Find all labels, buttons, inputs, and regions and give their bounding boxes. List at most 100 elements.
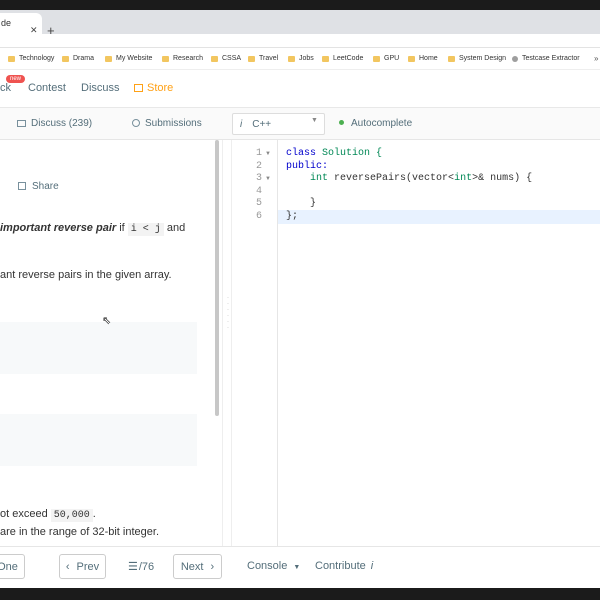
folder-icon bbox=[408, 55, 415, 62]
editor-gutter: 1 ▼ 2 3 ▼ 4 5 6 bbox=[232, 140, 278, 546]
description-line-1: important reverse pair if i < j and bbox=[0, 222, 186, 236]
next-button[interactable]: Next › bbox=[173, 554, 222, 579]
keyword: class bbox=[286, 148, 317, 159]
description-pane: Share important reverse pair if i < j an… bbox=[0, 140, 222, 546]
bookmark-testcase-extractor[interactable]: Testcase Extractor bbox=[512, 55, 580, 62]
folder-icon bbox=[8, 55, 15, 62]
pane-splitter[interactable]: · · · · · · bbox=[222, 140, 232, 546]
bookmark-label: Home bbox=[419, 55, 438, 62]
active-line-highlight bbox=[278, 210, 600, 224]
example-1-box bbox=[0, 322, 197, 374]
bookmark-technology[interactable]: Technology bbox=[8, 55, 54, 62]
nav-item-discuss[interactable]: Discuss bbox=[81, 82, 120, 94]
description-scrollbar[interactable] bbox=[215, 140, 219, 416]
fold-arrow-icon[interactable]: ▼ bbox=[265, 176, 271, 182]
prev-label: Prev bbox=[76, 561, 100, 573]
screen: de ✕ + Technology Drama My Website Resea… bbox=[0, 0, 600, 600]
example-2-box bbox=[0, 414, 197, 466]
bookmark-label: Jobs bbox=[299, 55, 314, 62]
address-bar[interactable] bbox=[0, 34, 600, 48]
console-button[interactable]: Console ▼ bbox=[247, 560, 300, 572]
bookmark-label: Testcase Extractor bbox=[522, 55, 580, 62]
problem-counter[interactable]: ☰/76 bbox=[128, 560, 154, 573]
browser-tab-strip: de ✕ + bbox=[0, 10, 600, 38]
bookmark-label: Research bbox=[173, 55, 203, 62]
chevron-right-icon: › bbox=[210, 561, 215, 573]
bookmark-label: CSSA bbox=[222, 55, 242, 62]
bookmark-home[interactable]: Home bbox=[408, 55, 438, 62]
share-icon bbox=[18, 182, 26, 190]
language-value: C++ bbox=[252, 119, 272, 130]
line-number: 6 bbox=[255, 211, 262, 222]
bookmark-research[interactable]: Research bbox=[162, 55, 203, 62]
list-icon: ☰ bbox=[128, 561, 138, 573]
submissions-tab[interactable]: Submissions bbox=[132, 118, 202, 129]
code-editor[interactable]: 1 ▼ 2 3 ▼ 4 5 6 class Solution { public:… bbox=[232, 140, 600, 546]
autocomplete-label: Autocomplete bbox=[351, 118, 413, 129]
footer-bar: One ‹ Prev ☰/76 Next › Console ▼ Contribute… bbox=[0, 546, 600, 588]
type-keyword: int bbox=[454, 173, 473, 184]
chevron-down-icon: ▼ bbox=[311, 117, 318, 124]
line-number: 3 bbox=[255, 173, 262, 184]
line-number: 2 bbox=[255, 161, 262, 172]
site-navbar: ck new Contest Discuss Store bbox=[0, 70, 600, 108]
prev-button[interactable]: ‹ Prev bbox=[59, 554, 106, 579]
text-and: and bbox=[163, 222, 186, 234]
note-prefix: ot exceed bbox=[0, 508, 51, 520]
inline-code-condition: i < j bbox=[127, 223, 164, 236]
comment-icon bbox=[17, 120, 26, 127]
folder-icon bbox=[105, 55, 112, 62]
os-top-bar bbox=[0, 0, 600, 10]
type-keyword: int bbox=[310, 173, 329, 184]
bookmark-label: Drama bbox=[73, 55, 95, 62]
bookmarks-overflow-icon[interactable]: » bbox=[594, 54, 598, 63]
contribute-label: Contribute bbox=[315, 560, 366, 572]
folder-icon bbox=[62, 55, 69, 62]
caret-down-icon: ▼ bbox=[293, 564, 301, 571]
folder-icon bbox=[211, 55, 218, 62]
line-number: 5 bbox=[255, 198, 262, 209]
code-line-1: class Solution { bbox=[286, 148, 382, 159]
language-select[interactable]: i C++ ▼ bbox=[232, 113, 325, 135]
bookmark-leetcode[interactable]: LeetCode bbox=[322, 55, 363, 62]
code-line-2: public: bbox=[286, 161, 328, 172]
pick-one-label: One bbox=[0, 561, 18, 573]
class-name: Solution { bbox=[316, 148, 383, 159]
nav-item-contest[interactable]: Contest bbox=[28, 82, 66, 94]
share-button[interactable]: Share bbox=[18, 181, 59, 192]
store-icon bbox=[134, 84, 143, 92]
bookmark-label: System Design bbox=[459, 55, 507, 62]
folder-icon bbox=[322, 55, 329, 62]
chevron-left-icon: ‹ bbox=[65, 561, 70, 573]
bookmark-gpu[interactable]: GPU bbox=[373, 55, 399, 62]
next-label: Next bbox=[180, 561, 204, 573]
folder-icon bbox=[162, 55, 169, 62]
status-dot-icon bbox=[339, 120, 344, 125]
autocomplete-toggle[interactable]: Autocomplete bbox=[339, 118, 412, 129]
problem-toolbar: Discuss (239) Submissions i C++ ▼ Autocom… bbox=[0, 108, 600, 140]
contribute-button[interactable]: Contribute i bbox=[315, 560, 373, 572]
discuss-tab[interactable]: Discuss (239) bbox=[17, 118, 92, 129]
os-taskbar bbox=[0, 588, 600, 600]
bookmark-system-design[interactable]: System Design bbox=[448, 55, 506, 62]
bookmark-drama[interactable]: Drama bbox=[62, 55, 94, 62]
bookmark-travel[interactable]: Travel bbox=[248, 55, 278, 62]
bookmark-label: LeetCode bbox=[333, 55, 364, 62]
clock-icon bbox=[132, 119, 140, 127]
fold-arrow-icon[interactable]: ▼ bbox=[265, 151, 271, 157]
nav-item-problems[interactable]: ck bbox=[0, 82, 11, 94]
bookmark-jobs[interactable]: Jobs bbox=[288, 55, 314, 62]
pick-one-button[interactable]: One bbox=[0, 554, 25, 579]
mouse-cursor-icon: ⇖ bbox=[102, 315, 112, 327]
bookmark-my-website[interactable]: My Website bbox=[105, 55, 152, 62]
bookmark-cssa[interactable]: CSSA bbox=[211, 55, 241, 62]
bookmark-label: Technology bbox=[19, 55, 55, 62]
keyword: public: bbox=[286, 161, 329, 172]
page-label: /76 bbox=[138, 561, 155, 573]
submissions-tab-label: Submissions bbox=[145, 118, 202, 129]
code-line-5: } bbox=[286, 198, 317, 209]
text-if: if bbox=[116, 222, 128, 234]
note-line-2: are in the range of 32-bit integer. bbox=[0, 526, 159, 538]
nav-item-store[interactable]: Store bbox=[134, 82, 173, 94]
